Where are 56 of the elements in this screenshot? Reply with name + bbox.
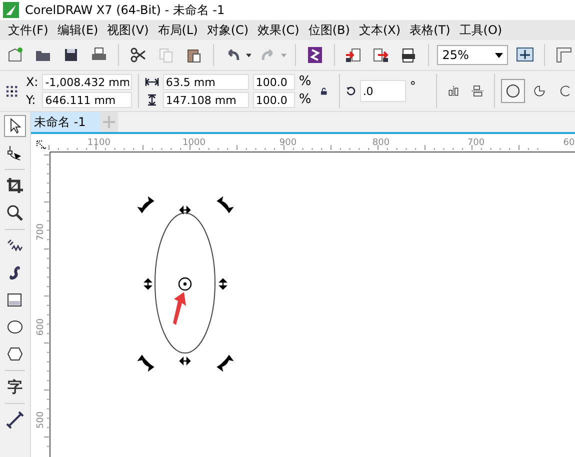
x-position-field[interactable]: -1,008.432 mm — [42, 74, 132, 90]
ruler-label: 1000 — [182, 138, 206, 148]
height-field[interactable]: 147.108 mm — [162, 92, 249, 108]
menu-item[interactable]: 表格(T) — [410, 22, 450, 38]
pick-tool-icon[interactable] — [4, 115, 26, 137]
skew-handle-icon[interactable] — [179, 206, 191, 214]
dimension-tool-icon[interactable] — [4, 409, 26, 431]
center-marker-icon[interactable] — [178, 277, 192, 291]
ellipse-mode-button[interactable] — [501, 79, 526, 103]
rotate-handle-icon[interactable] — [138, 197, 154, 213]
menu-item[interactable]: 文本(X) — [358, 22, 401, 38]
skew-handle-icon[interactable] — [179, 356, 191, 365]
ruler-label: 900 — [279, 138, 297, 148]
rotate-handle-icon[interactable] — [217, 197, 233, 213]
rotate-handle-icon[interactable] — [138, 355, 154, 371]
y-label: Y: — [26, 92, 37, 108]
rotation-field[interactable]: .0 — [360, 80, 406, 102]
scale-x-field[interactable]: 100.0 — [252, 74, 295, 90]
pointer-arrow — [173, 292, 186, 325]
percent-label: % — [298, 92, 312, 108]
circle-icon — [505, 83, 522, 99]
lock-icon[interactable] — [321, 86, 328, 96]
rotate-handle-icon[interactable] — [217, 355, 233, 371]
menu-item[interactable]: 工具(O) — [459, 22, 502, 38]
scale-y-field[interactable]: 100.0 — [252, 92, 295, 108]
menu-item[interactable]: 位图(B) — [308, 22, 350, 38]
ellipse-shape[interactable] — [154, 212, 216, 354]
ruler-label: 700 — [36, 223, 46, 241]
skew-handle-icon[interactable] — [219, 278, 228, 290]
text-tool[interactable]: 字 — [4, 376, 26, 398]
width-icon — [144, 75, 159, 89]
rotate-icon — [346, 84, 356, 98]
ruler-label: 60 — [563, 138, 575, 148]
y-position-field[interactable]: 646.111 mm — [42, 92, 132, 108]
menu-item[interactable]: 布局(L) — [158, 22, 198, 38]
ruler-label: 600 — [36, 318, 46, 336]
width-field[interactable]: 63.5 mm — [162, 74, 249, 90]
percent-label: % — [298, 74, 312, 90]
ruler-label: 800 — [372, 138, 390, 148]
ruler-label: 500 — [36, 411, 46, 429]
menu-item[interactable]: 对象(C) — [206, 22, 249, 38]
skew-handle-icon[interactable] — [144, 278, 152, 290]
menu-item[interactable]: 文件(F) — [8, 22, 48, 38]
caret-icon[interactable] — [495, 52, 504, 58]
menu-item[interactable]: 编辑(E) — [57, 22, 98, 38]
ruler-label: 1100 — [88, 138, 110, 148]
menu-item[interactable]: 效果(C) — [258, 22, 300, 38]
x-label: X: — [26, 74, 38, 90]
zoom-dropdown[interactable]: 25% — [437, 45, 508, 65]
degree-label: ° — [410, 79, 416, 93]
caret-icon[interactable] — [246, 52, 252, 58]
window-title: CorelDRAW X7 (64-Bit) - 未命名 -1 — [25, 2, 225, 18]
menu-item[interactable]: 视图(V) — [107, 22, 149, 38]
ruler-origin-icon[interactable] — [36, 140, 46, 150]
document-tab[interactable]: 未命名 -1 — [31, 112, 100, 132]
ruler-label: 700 — [467, 138, 485, 148]
